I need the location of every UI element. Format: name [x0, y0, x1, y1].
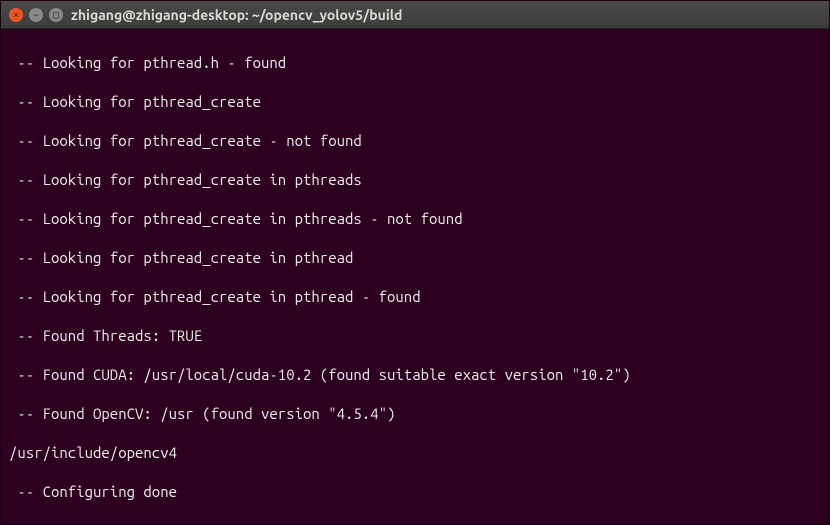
output-line: -- Found OpenCV: /usr (found version "4.… [9, 404, 821, 424]
output-line: -- Looking for pthread.h - found [9, 53, 821, 73]
terminal-window: × − ▢ zhigang@zhigang-desktop: ~/opencv_… [0, 0, 830, 525]
close-icon[interactable]: × [9, 8, 23, 22]
output-line: -- Configuring done [9, 482, 821, 502]
output-line: /usr/include/opencv4 [9, 443, 821, 463]
output-line: -- Looking for pthread_create - not foun… [9, 131, 821, 151]
window-title: zhigang@zhigang-desktop: ~/opencv_yolov5… [71, 7, 402, 23]
output-line: -- Looking for pthread_create in pthread [9, 248, 821, 268]
output-line: -- Found Threads: TRUE [9, 326, 821, 346]
output-line: -- Generating done [9, 521, 821, 525]
output-line: -- Looking for pthread_create in pthread… [9, 287, 821, 307]
output-line: -- Looking for pthread_create in pthread… [9, 209, 821, 229]
output-line: -- Looking for pthread_create in pthread… [9, 170, 821, 190]
output-line: -- Looking for pthread_create [9, 92, 821, 112]
minimize-icon[interactable]: − [29, 8, 43, 22]
window-controls: × − ▢ [9, 8, 63, 22]
output-line: -- Found CUDA: /usr/local/cuda-10.2 (fou… [9, 365, 821, 385]
titlebar[interactable]: × − ▢ zhigang@zhigang-desktop: ~/opencv_… [1, 1, 829, 29]
maximize-icon[interactable]: ▢ [49, 8, 63, 22]
terminal-body[interactable]: -- Looking for pthread.h - found -- Look… [1, 29, 829, 524]
